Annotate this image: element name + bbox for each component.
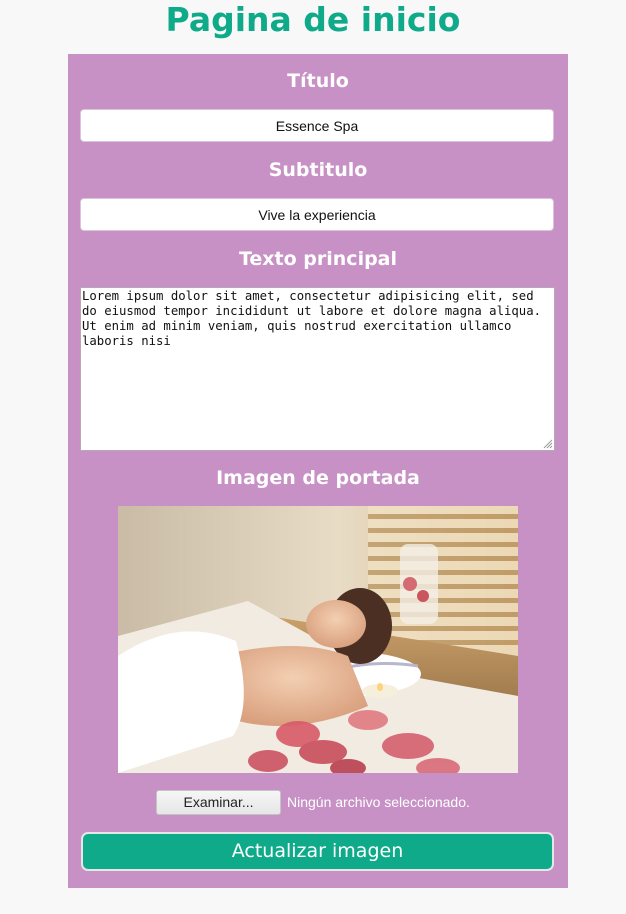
cover-image-label: Imagen de portada [216,467,420,489]
update-image-button[interactable]: Actualizar imagen [81,832,554,871]
subtitle-input[interactable] [80,198,554,231]
main-text-label: Texto principal [238,248,398,270]
browse-button[interactable]: Examinar... [156,790,281,815]
cover-image [118,506,518,773]
page-title: Pagina de inicio [165,0,461,39]
main-text-textarea[interactable]: Lorem ipsum dolor sit amet, consectetur … [80,287,555,451]
title-label: Título [287,70,349,92]
file-picker: Examinar... Ningún archivo seleccionado. [68,790,568,816]
home-edit-form: Título Subtitulo Texto principal Lorem i… [68,54,568,888]
resize-grip-icon[interactable] [542,438,553,449]
file-status-text: Ningún archivo seleccionado. [287,794,470,810]
subtitle-label: Subtitulo [268,159,368,181]
title-input[interactable] [80,109,554,142]
